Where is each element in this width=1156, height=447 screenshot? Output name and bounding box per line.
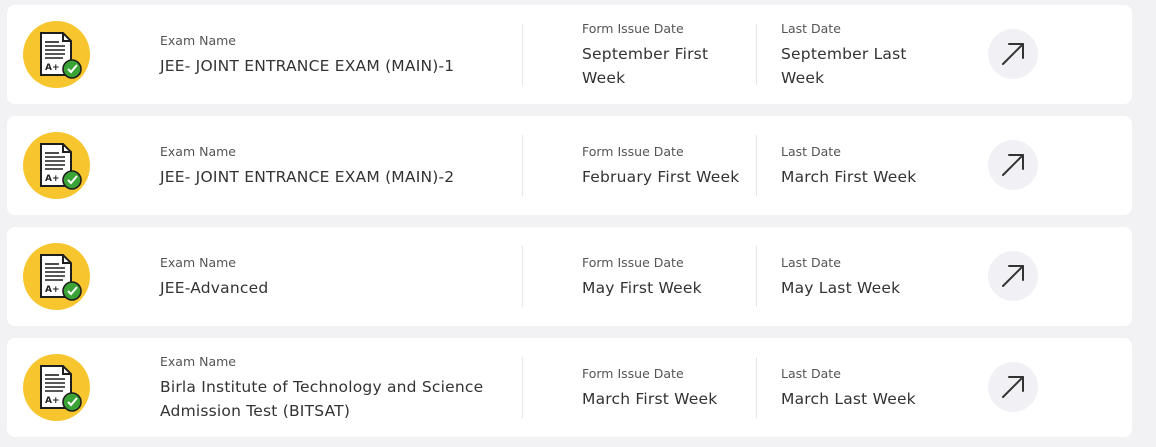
exam-sheet-check-icon: A+ <box>23 354 90 421</box>
last-date: March Last Week <box>781 389 916 408</box>
form-issue-date: March First Week <box>582 389 718 408</box>
form-issue-column: Form Issue Date February First Week <box>582 116 747 215</box>
last-date-label: Last Date <box>781 254 841 270</box>
arrow-up-right-icon <box>1002 154 1024 176</box>
last-date-column: Last Date May Last Week <box>781 227 946 326</box>
form-issue-column: Form Issue Date May First Week <box>582 227 747 326</box>
exam-list: A+ Exam Name JEE- JOINT ENTRANCE EXAM (M… <box>7 5 1132 447</box>
exam-name-column: Exam Name JEE-Advanced <box>160 227 500 326</box>
last-date: May Last Week <box>781 278 901 297</box>
exam-name: JEE- JOINT ENTRANCE EXAM (MAIN)-1 <box>160 56 455 75</box>
column-divider <box>522 24 523 85</box>
column-divider <box>756 24 757 85</box>
open-exam-button[interactable] <box>988 251 1038 301</box>
exam-name-label: Exam Name <box>160 353 236 369</box>
last-date-column: Last Date September Last Week <box>781 5 946 104</box>
exam-name-column: Exam Name JEE- JOINT ENTRANCE EXAM (MAIN… <box>160 5 500 104</box>
exam-sheet-check-icon: A+ <box>23 21 90 88</box>
open-exam-button[interactable] <box>988 362 1038 412</box>
open-exam-button[interactable] <box>988 140 1038 190</box>
column-divider <box>522 357 523 418</box>
column-divider <box>756 246 757 307</box>
last-date-label: Last Date <box>781 365 841 381</box>
svg-text:A+: A+ <box>45 396 60 406</box>
column-divider <box>756 357 757 418</box>
form-issue-column: Form Issue Date September First Week <box>582 5 747 104</box>
form-issue-column: Form Issue Date March First Week <box>582 338 747 437</box>
open-exam-button[interactable] <box>988 29 1038 79</box>
svg-text:A+: A+ <box>45 63 60 73</box>
last-date-label: Last Date <box>781 20 841 36</box>
last-date-column: Last Date March Last Week <box>781 338 946 437</box>
exam-name: JEE-Advanced <box>160 278 269 297</box>
form-issue-date: September First Week <box>582 44 709 87</box>
column-divider <box>522 246 523 307</box>
last-date-label: Last Date <box>781 143 841 159</box>
exam-name-label: Exam Name <box>160 254 236 270</box>
exam-card: A+ Exam Name Birla Institute of Technolo… <box>7 338 1132 437</box>
form-issue-label: Form Issue Date <box>582 143 684 159</box>
form-issue-label: Form Issue Date <box>582 365 684 381</box>
form-issue-label: Form Issue Date <box>582 254 684 270</box>
column-divider <box>522 135 523 196</box>
exam-name: Birla Institute of Technology and Scienc… <box>160 377 484 420</box>
exam-name-column: Exam Name Birla Institute of Technology … <box>160 338 500 437</box>
exam-sheet-check-icon: A+ <box>23 132 90 199</box>
form-issue-date: February First Week <box>582 167 740 186</box>
exam-card: A+ Exam Name JEE- JOINT ENTRANCE EXAM (M… <box>7 5 1132 104</box>
arrow-up-right-icon <box>1002 265 1024 287</box>
form-issue-date: May First Week <box>582 278 702 297</box>
column-divider <box>756 135 757 196</box>
last-date: March First Week <box>781 167 917 186</box>
exam-card: A+ Exam Name JEE- JOINT ENTRANCE EXAM (M… <box>7 116 1132 215</box>
svg-text:A+: A+ <box>45 285 60 295</box>
arrow-up-right-icon <box>1002 43 1024 65</box>
exam-name: JEE- JOINT ENTRANCE EXAM (MAIN)-2 <box>160 167 455 186</box>
exam-name-column: Exam Name JEE- JOINT ENTRANCE EXAM (MAIN… <box>160 116 500 215</box>
exam-name-label: Exam Name <box>160 32 236 48</box>
exam-card: A+ Exam Name JEE-Advanced Form Issue Dat… <box>7 227 1132 326</box>
last-date: September Last Week <box>781 44 907 87</box>
exam-name-label: Exam Name <box>160 143 236 159</box>
exam-sheet-check-icon: A+ <box>23 243 90 310</box>
form-issue-label: Form Issue Date <box>582 20 684 36</box>
last-date-column: Last Date March First Week <box>781 116 946 215</box>
arrow-up-right-icon <box>1002 376 1024 398</box>
svg-text:A+: A+ <box>45 174 60 184</box>
